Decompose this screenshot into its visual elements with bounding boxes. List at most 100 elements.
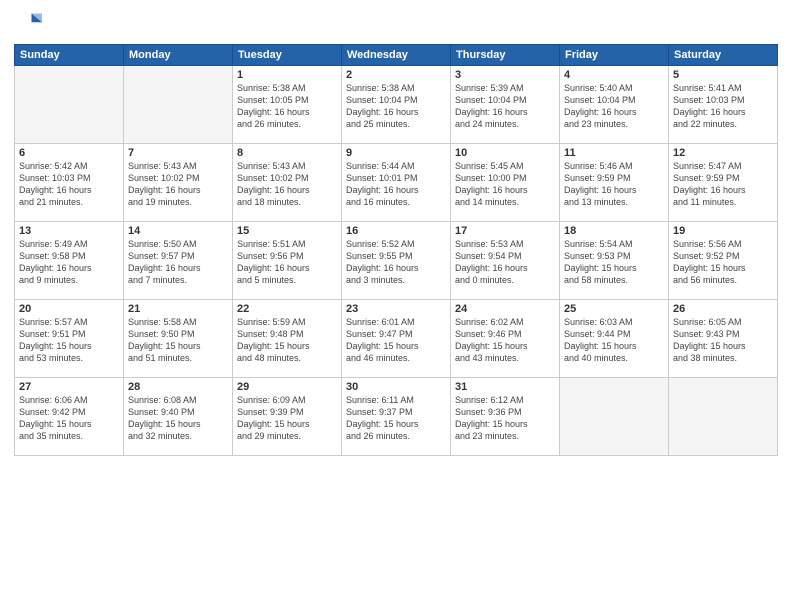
day-info: Sunrise: 5:57 AM Sunset: 9:51 PM Dayligh…: [19, 316, 119, 365]
logo: [14, 10, 46, 38]
day-info: Sunrise: 5:58 AM Sunset: 9:50 PM Dayligh…: [128, 316, 228, 365]
day-info: Sunrise: 6:01 AM Sunset: 9:47 PM Dayligh…: [346, 316, 446, 365]
calendar-cell: 8Sunrise: 5:43 AM Sunset: 10:02 PM Dayli…: [233, 144, 342, 222]
calendar-cell: [124, 66, 233, 144]
calendar-cell: 27Sunrise: 6:06 AM Sunset: 9:42 PM Dayli…: [15, 378, 124, 456]
day-number: 14: [128, 225, 228, 237]
day-number: 15: [237, 225, 337, 237]
day-info: Sunrise: 6:05 AM Sunset: 9:43 PM Dayligh…: [673, 316, 773, 365]
day-number: 24: [455, 303, 555, 315]
day-info: Sunrise: 5:47 AM Sunset: 9:59 PM Dayligh…: [673, 160, 773, 209]
day-info: Sunrise: 5:54 AM Sunset: 9:53 PM Dayligh…: [564, 238, 664, 287]
weekday-header-friday: Friday: [560, 45, 669, 66]
day-info: Sunrise: 6:09 AM Sunset: 9:39 PM Dayligh…: [237, 394, 337, 443]
day-info: Sunrise: 6:11 AM Sunset: 9:37 PM Dayligh…: [346, 394, 446, 443]
day-number: 21: [128, 303, 228, 315]
weekday-header-row: SundayMondayTuesdayWednesdayThursdayFrid…: [15, 45, 778, 66]
day-info: Sunrise: 5:43 AM Sunset: 10:02 PM Daylig…: [237, 160, 337, 209]
day-number: 27: [19, 381, 119, 393]
day-number: 26: [673, 303, 773, 315]
day-info: Sunrise: 5:40 AM Sunset: 10:04 PM Daylig…: [564, 82, 664, 131]
calendar-cell: 19Sunrise: 5:56 AM Sunset: 9:52 PM Dayli…: [669, 222, 778, 300]
calendar-cell: 5Sunrise: 5:41 AM Sunset: 10:03 PM Dayli…: [669, 66, 778, 144]
calendar-week-1: 1Sunrise: 5:38 AM Sunset: 10:05 PM Dayli…: [15, 66, 778, 144]
calendar-cell: 18Sunrise: 5:54 AM Sunset: 9:53 PM Dayli…: [560, 222, 669, 300]
calendar-cell: [669, 378, 778, 456]
logo-icon: [14, 10, 42, 38]
calendar-week-3: 13Sunrise: 5:49 AM Sunset: 9:58 PM Dayli…: [15, 222, 778, 300]
day-number: 17: [455, 225, 555, 237]
day-number: 3: [455, 69, 555, 81]
calendar-cell: [560, 378, 669, 456]
calendar-cell: 20Sunrise: 5:57 AM Sunset: 9:51 PM Dayli…: [15, 300, 124, 378]
calendar-cell: 15Sunrise: 5:51 AM Sunset: 9:56 PM Dayli…: [233, 222, 342, 300]
day-number: 19: [673, 225, 773, 237]
calendar-cell: 24Sunrise: 6:02 AM Sunset: 9:46 PM Dayli…: [451, 300, 560, 378]
day-info: Sunrise: 5:38 AM Sunset: 10:05 PM Daylig…: [237, 82, 337, 131]
day-number: 22: [237, 303, 337, 315]
day-number: 12: [673, 147, 773, 159]
day-info: Sunrise: 5:44 AM Sunset: 10:01 PM Daylig…: [346, 160, 446, 209]
day-info: Sunrise: 5:42 AM Sunset: 10:03 PM Daylig…: [19, 160, 119, 209]
day-number: 10: [455, 147, 555, 159]
day-number: 6: [19, 147, 119, 159]
calendar-cell: 30Sunrise: 6:11 AM Sunset: 9:37 PM Dayli…: [342, 378, 451, 456]
weekday-header-sunday: Sunday: [15, 45, 124, 66]
calendar-cell: [15, 66, 124, 144]
calendar-cell: 4Sunrise: 5:40 AM Sunset: 10:04 PM Dayli…: [560, 66, 669, 144]
day-number: 20: [19, 303, 119, 315]
weekday-header-monday: Monday: [124, 45, 233, 66]
calendar-cell: 23Sunrise: 6:01 AM Sunset: 9:47 PM Dayli…: [342, 300, 451, 378]
day-number: 7: [128, 147, 228, 159]
day-number: 13: [19, 225, 119, 237]
day-number: 18: [564, 225, 664, 237]
day-number: 2: [346, 69, 446, 81]
day-info: Sunrise: 5:49 AM Sunset: 9:58 PM Dayligh…: [19, 238, 119, 287]
calendar-cell: 2Sunrise: 5:38 AM Sunset: 10:04 PM Dayli…: [342, 66, 451, 144]
day-number: 30: [346, 381, 446, 393]
calendar-cell: 21Sunrise: 5:58 AM Sunset: 9:50 PM Dayli…: [124, 300, 233, 378]
header: [14, 10, 778, 38]
day-info: Sunrise: 6:12 AM Sunset: 9:36 PM Dayligh…: [455, 394, 555, 443]
day-info: Sunrise: 6:08 AM Sunset: 9:40 PM Dayligh…: [128, 394, 228, 443]
day-info: Sunrise: 6:03 AM Sunset: 9:44 PM Dayligh…: [564, 316, 664, 365]
day-info: Sunrise: 5:51 AM Sunset: 9:56 PM Dayligh…: [237, 238, 337, 287]
calendar-cell: 11Sunrise: 5:46 AM Sunset: 9:59 PM Dayli…: [560, 144, 669, 222]
day-number: 16: [346, 225, 446, 237]
day-number: 31: [455, 381, 555, 393]
day-info: Sunrise: 6:06 AM Sunset: 9:42 PM Dayligh…: [19, 394, 119, 443]
day-number: 28: [128, 381, 228, 393]
day-number: 29: [237, 381, 337, 393]
calendar-cell: 25Sunrise: 6:03 AM Sunset: 9:44 PM Dayli…: [560, 300, 669, 378]
calendar-cell: 14Sunrise: 5:50 AM Sunset: 9:57 PM Dayli…: [124, 222, 233, 300]
calendar-week-4: 20Sunrise: 5:57 AM Sunset: 9:51 PM Dayli…: [15, 300, 778, 378]
day-number: 11: [564, 147, 664, 159]
weekday-header-tuesday: Tuesday: [233, 45, 342, 66]
calendar-cell: 9Sunrise: 5:44 AM Sunset: 10:01 PM Dayli…: [342, 144, 451, 222]
day-number: 5: [673, 69, 773, 81]
calendar-cell: 28Sunrise: 6:08 AM Sunset: 9:40 PM Dayli…: [124, 378, 233, 456]
day-info: Sunrise: 5:43 AM Sunset: 10:02 PM Daylig…: [128, 160, 228, 209]
calendar-cell: 12Sunrise: 5:47 AM Sunset: 9:59 PM Dayli…: [669, 144, 778, 222]
day-info: Sunrise: 5:46 AM Sunset: 9:59 PM Dayligh…: [564, 160, 664, 209]
calendar-week-5: 27Sunrise: 6:06 AM Sunset: 9:42 PM Dayli…: [15, 378, 778, 456]
calendar-week-2: 6Sunrise: 5:42 AM Sunset: 10:03 PM Dayli…: [15, 144, 778, 222]
calendar-cell: 31Sunrise: 6:12 AM Sunset: 9:36 PM Dayli…: [451, 378, 560, 456]
calendar-cell: 3Sunrise: 5:39 AM Sunset: 10:04 PM Dayli…: [451, 66, 560, 144]
day-info: Sunrise: 5:56 AM Sunset: 9:52 PM Dayligh…: [673, 238, 773, 287]
day-info: Sunrise: 5:50 AM Sunset: 9:57 PM Dayligh…: [128, 238, 228, 287]
calendar-cell: 6Sunrise: 5:42 AM Sunset: 10:03 PM Dayli…: [15, 144, 124, 222]
calendar-cell: 13Sunrise: 5:49 AM Sunset: 9:58 PM Dayli…: [15, 222, 124, 300]
page: SundayMondayTuesdayWednesdayThursdayFrid…: [0, 0, 792, 612]
day-number: 9: [346, 147, 446, 159]
day-info: Sunrise: 6:02 AM Sunset: 9:46 PM Dayligh…: [455, 316, 555, 365]
calendar-cell: 16Sunrise: 5:52 AM Sunset: 9:55 PM Dayli…: [342, 222, 451, 300]
day-info: Sunrise: 5:45 AM Sunset: 10:00 PM Daylig…: [455, 160, 555, 209]
day-info: Sunrise: 5:53 AM Sunset: 9:54 PM Dayligh…: [455, 238, 555, 287]
calendar-cell: 29Sunrise: 6:09 AM Sunset: 9:39 PM Dayli…: [233, 378, 342, 456]
day-info: Sunrise: 5:39 AM Sunset: 10:04 PM Daylig…: [455, 82, 555, 131]
calendar-cell: 7Sunrise: 5:43 AM Sunset: 10:02 PM Dayli…: [124, 144, 233, 222]
calendar-cell: 22Sunrise: 5:59 AM Sunset: 9:48 PM Dayli…: [233, 300, 342, 378]
day-info: Sunrise: 5:38 AM Sunset: 10:04 PM Daylig…: [346, 82, 446, 131]
calendar-cell: 10Sunrise: 5:45 AM Sunset: 10:00 PM Dayl…: [451, 144, 560, 222]
